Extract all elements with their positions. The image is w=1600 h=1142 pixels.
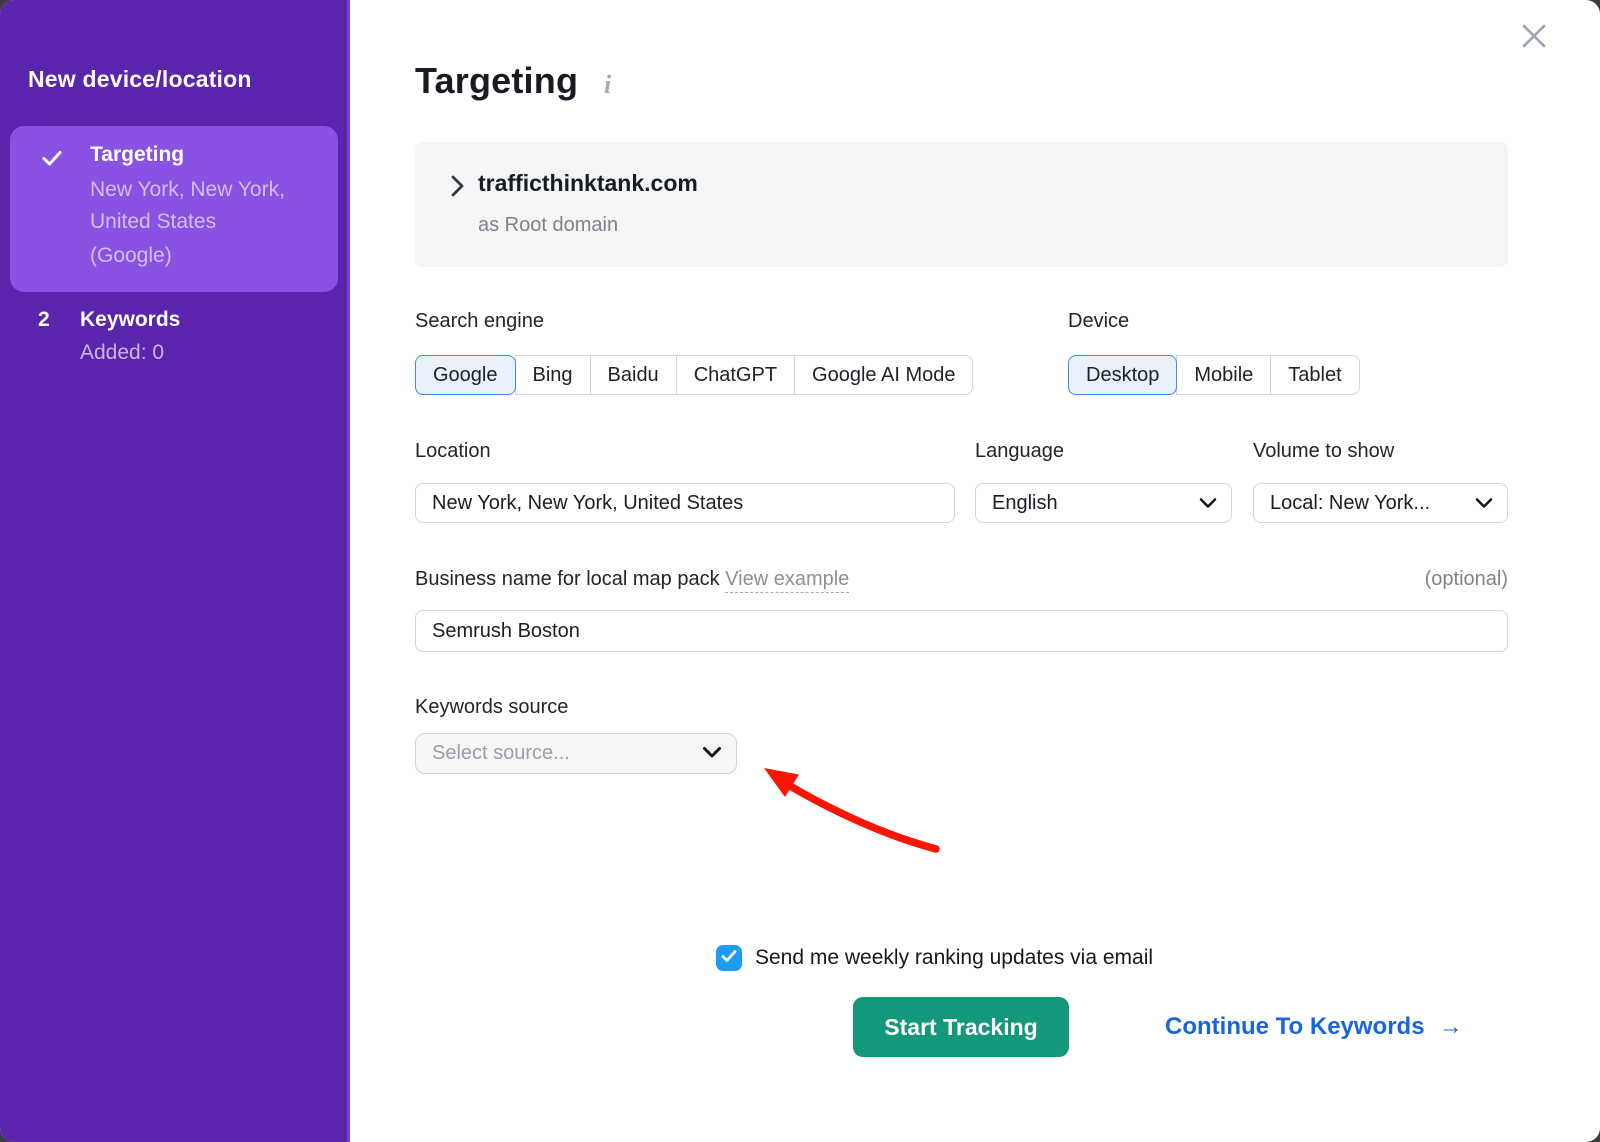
device-mobile[interactable]: Mobile [1176, 355, 1271, 395]
volume-value: Local: New York... [1270, 492, 1430, 515]
chevron-down-icon [1199, 492, 1217, 515]
search-engine-google[interactable]: Google [415, 355, 516, 395]
search-engine-chatgpt[interactable]: ChatGPT [676, 355, 795, 395]
search-engine-group: Google Bing Baidu ChatGPT Google AI Mode [415, 355, 973, 395]
device-desktop[interactable]: Desktop [1068, 355, 1177, 395]
close-button[interactable] [1516, 20, 1552, 56]
view-example-link[interactable]: View example [725, 568, 849, 593]
step-targeting-location: New York, New York,United States [90, 174, 324, 238]
arrow-right-icon: → [1439, 1013, 1463, 1041]
close-icon [1517, 19, 1551, 58]
email-optin-checkbox[interactable] [716, 945, 742, 971]
optional-tag: (optional) [1425, 568, 1508, 591]
start-tracking-button[interactable]: Start Tracking [853, 997, 1069, 1057]
domain-scope: as Root domain [478, 214, 618, 237]
volume-to-show-select[interactable]: Local: New York... [1253, 483, 1508, 523]
continue-to-keywords-label: Continue To Keywords [1165, 1013, 1425, 1041]
domain-panel: trafficthinktank.com as Root domain [415, 142, 1508, 267]
step-keywords-label: Keywords [80, 308, 338, 332]
device-group: Desktop Mobile Tablet [1068, 355, 1360, 395]
volume-to-show-label: Volume to show [1253, 440, 1394, 463]
chevron-right-icon[interactable] [446, 173, 468, 204]
check-icon [40, 157, 64, 174]
keywords-source-select[interactable]: Select source... [415, 733, 737, 774]
search-engine-baidu[interactable]: Baidu [590, 355, 677, 395]
email-optin-row[interactable]: Send me weekly ranking updates via email [716, 945, 1153, 971]
wizard-sidebar: New device/location Targeting New York, … [0, 0, 350, 1142]
continue-to-keywords-link[interactable]: Continue To Keywords → [1165, 1013, 1463, 1041]
sidebar-item-targeting[interactable]: Targeting New York, New York,United Stat… [10, 126, 338, 292]
chevron-down-icon [1475, 492, 1493, 515]
keywords-source-placeholder: Select source... [432, 742, 570, 765]
chevron-down-icon [702, 742, 722, 765]
check-icon [721, 949, 737, 968]
language-select[interactable]: English [975, 483, 1232, 523]
search-engine-label: Search engine [415, 310, 544, 333]
tracked-domain: trafficthinktank.com [478, 170, 698, 197]
search-engine-google-ai-mode[interactable]: Google AI Mode [794, 355, 973, 395]
business-name-label: Business name for local map pack [415, 568, 720, 590]
step-keywords-count: Added: 0 [80, 341, 338, 365]
email-optin-label: Send me weekly ranking updates via email [755, 946, 1153, 970]
device-label: Device [1068, 310, 1129, 333]
keywords-source-label: Keywords source [415, 696, 568, 719]
language-label: Language [975, 440, 1064, 463]
page-title: Targeting [415, 60, 578, 102]
info-icon[interactable]: i [604, 70, 611, 100]
step-keywords-number: 2 [22, 308, 80, 365]
search-engine-bing[interactable]: Bing [515, 355, 591, 395]
step-targeting-label: Targeting [90, 143, 324, 167]
new-device-location-dialog: New device/location Targeting New York, … [0, 0, 1600, 1142]
sidebar-item-keywords[interactable]: 2 Keywords Added: 0 [22, 308, 338, 365]
language-value: English [992, 492, 1058, 515]
location-input[interactable] [415, 483, 955, 523]
business-name-label-row: Business name for local map pack View ex… [415, 568, 1508, 591]
dialog-title: New device/location [28, 66, 252, 93]
location-label: Location [415, 440, 491, 463]
device-tablet[interactable]: Tablet [1270, 355, 1359, 395]
step-targeting-engine: (Google) [90, 244, 324, 268]
business-name-input[interactable] [415, 610, 1508, 652]
